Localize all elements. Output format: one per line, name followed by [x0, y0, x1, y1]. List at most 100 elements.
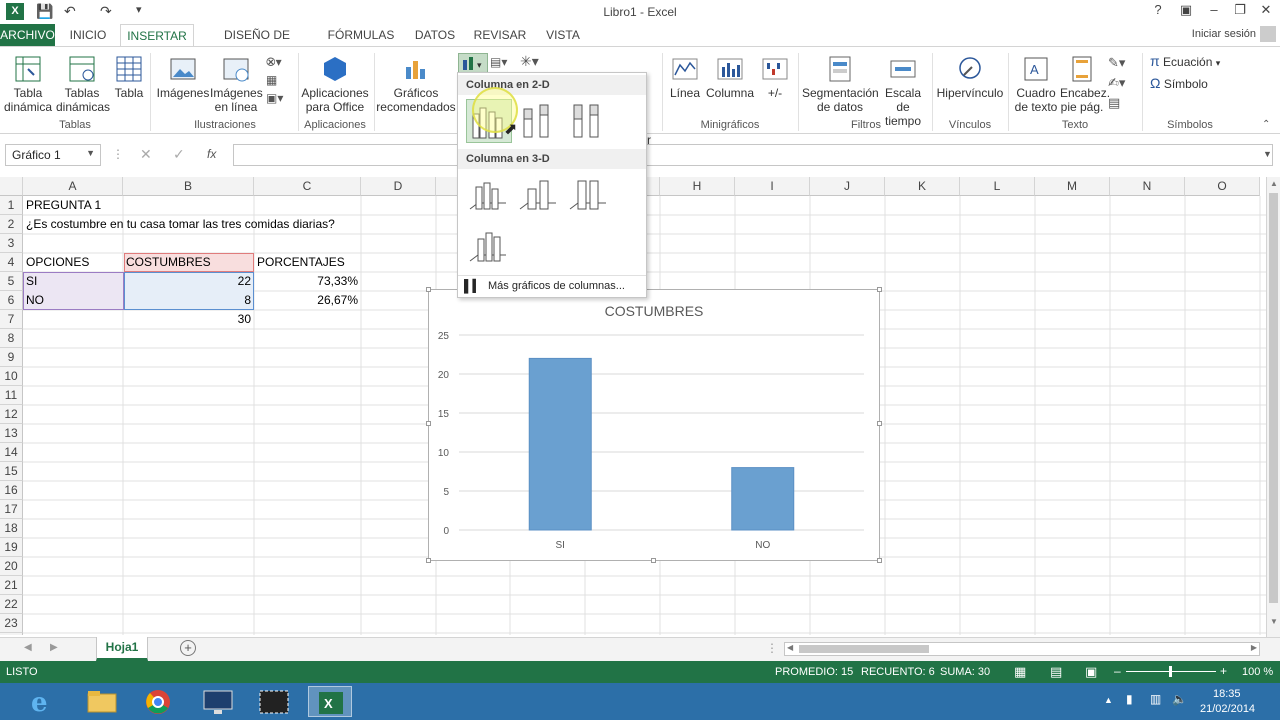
column-header[interactable]: N	[1110, 177, 1185, 196]
text-box-button[interactable]: A Cuadro de texto	[1012, 55, 1060, 114]
column-header[interactable]: M	[1035, 177, 1110, 196]
row-header[interactable]: 19	[0, 538, 23, 557]
expand-formula-icon[interactable]: ▼	[1263, 149, 1272, 159]
other-charts-icon[interactable]: ✳▾	[520, 53, 539, 70]
row-header[interactable]: 23	[0, 614, 23, 633]
tab-archivo[interactable]: ARCHIVO	[0, 24, 55, 46]
add-sheet-icon[interactable]: +	[180, 640, 196, 656]
resize-handle[interactable]	[877, 287, 882, 292]
row-header[interactable]: 21	[0, 576, 23, 595]
row-header[interactable]: 5	[0, 272, 23, 291]
resize-handle[interactable]	[426, 287, 431, 292]
row-header[interactable]: 6	[0, 291, 23, 310]
sheet-tab-hoja1[interactable]: Hoja1	[96, 637, 148, 661]
help-icon[interactable]: ?	[1146, 2, 1170, 17]
cell-b7[interactable]: 30	[124, 310, 253, 329]
clock-time[interactable]: 18:35	[1213, 688, 1241, 700]
tab-insertar[interactable]: INSERTAR	[120, 24, 194, 47]
cell-a1[interactable]: PREGUNTA 1	[24, 196, 103, 215]
row-header[interactable]: 16	[0, 481, 23, 500]
ribbon-options-icon[interactable]: ▣	[1174, 2, 1198, 18]
column-header[interactable]: A	[23, 177, 123, 196]
tab-inicio[interactable]: INICIO	[62, 24, 114, 46]
resize-handle[interactable]	[426, 558, 431, 563]
chart-title[interactable]: COSTUMBRES	[605, 303, 704, 319]
online-pictures-button[interactable]: Imágenes en línea	[210, 55, 263, 114]
column-header[interactable]: D	[361, 177, 436, 196]
avatar[interactable]	[1260, 26, 1276, 42]
row-header[interactable]: 4	[0, 253, 23, 272]
scrollbar-thumb[interactable]	[799, 645, 929, 653]
excel-taskbar-icon[interactable]: X	[308, 686, 352, 717]
cancel-icon[interactable]: ✕	[140, 146, 152, 163]
pivot-table-button[interactable]: Tabla dinámica	[4, 55, 52, 114]
row-header[interactable]: 2	[0, 215, 23, 234]
symbol-button[interactable]: Ω Símbolo	[1150, 75, 1208, 91]
row-header[interactable]: 11	[0, 386, 23, 405]
resize-handle[interactable]	[877, 421, 882, 426]
prev-sheet-icon[interactable]: ◀	[24, 642, 32, 653]
snipping-tool-icon[interactable]	[252, 686, 296, 717]
resize-handle[interactable]	[651, 558, 656, 563]
row-header[interactable]: 15	[0, 462, 23, 481]
column-header[interactable]: H	[660, 177, 735, 196]
insert-function-icon[interactable]: fx	[207, 147, 216, 161]
vertical-scrollbar[interactable]: ▲ ▼	[1266, 177, 1280, 637]
3d-100-stacked-column-option[interactable]	[566, 173, 612, 217]
name-box[interactable]: Gráfico 1 ▼	[5, 144, 101, 166]
cell-a4[interactable]: OPCIONES	[24, 253, 91, 272]
network-icon[interactable]: ▥	[1150, 692, 1161, 706]
100-stacked-column-option[interactable]	[566, 99, 612, 143]
zoom-out-icon[interactable]: –	[1114, 664, 1121, 678]
chrome-icon[interactable]	[136, 686, 180, 717]
scroll-right-icon[interactable]: ▶	[1251, 643, 1257, 652]
sign-in-link[interactable]: Iniciar sesión	[1192, 28, 1256, 40]
recommended-charts-button[interactable]: Gráficos recomendados	[376, 55, 456, 114]
3d-clustered-column-option[interactable]	[466, 173, 512, 217]
restore-icon[interactable]: ❐	[1228, 2, 1252, 18]
tab-revisar[interactable]: REVISAR	[472, 24, 528, 46]
3d-column-option[interactable]	[466, 225, 512, 269]
column-chart-dropdown-button[interactable]: ▾	[458, 53, 488, 73]
tab-datos[interactable]: DATOS	[408, 24, 462, 46]
row-header[interactable]: 20	[0, 557, 23, 576]
page-break-view-icon[interactable]: ▣	[1085, 664, 1097, 680]
scroll-down-icon[interactable]: ▼	[1270, 617, 1278, 626]
remote-desktop-icon[interactable]	[196, 686, 240, 717]
sparkline-column-button[interactable]: Columna	[704, 55, 756, 100]
close-icon[interactable]: ✕	[1254, 2, 1278, 18]
formula-input[interactable]	[233, 144, 1273, 166]
select-all-corner[interactable]	[0, 177, 23, 196]
collapse-ribbon-icon[interactable]: ⌃	[1262, 119, 1270, 130]
column-header[interactable]: C	[254, 177, 361, 196]
timeline-button[interactable]: Escala de tiempo	[878, 55, 928, 128]
tray-chevron-icon[interactable]: ▲	[1104, 695, 1113, 705]
cell-a5[interactable]: SI	[24, 272, 39, 291]
row-header[interactable]: 13	[0, 424, 23, 443]
column-header[interactable]: K	[885, 177, 960, 196]
column-header[interactable]: J	[810, 177, 885, 196]
cell-b6[interactable]: 8	[124, 291, 253, 310]
shapes-smartart-icons[interactable]: ⮿▾ ▦ ▣▾	[266, 53, 283, 107]
power-icon[interactable]: ▮	[1126, 692, 1133, 706]
scroll-left-icon[interactable]: ◀	[787, 643, 793, 652]
hyperlink-button[interactable]: Hipervínculo	[936, 55, 1004, 100]
page-layout-view-icon[interactable]: ▤	[1050, 664, 1062, 680]
cell-c5[interactable]: 73,33%	[255, 272, 360, 291]
cell-c4[interactable]: PORCENTAJES	[255, 253, 347, 272]
row-header[interactable]: 14	[0, 443, 23, 462]
column-header[interactable]: O	[1185, 177, 1260, 196]
cell-b4[interactable]: COSTUMBRES	[124, 253, 213, 272]
header-footer-button[interactable]: Encabez. pie pág.	[1060, 55, 1110, 114]
column-chart[interactable]: COSTUMBRES 0 5 10 15 20 25 SI NO	[426, 287, 882, 563]
enter-icon[interactable]: ✓	[173, 146, 185, 163]
chevron-down-icon[interactable]: ▼	[86, 148, 95, 158]
equation-button[interactable]: π Ecuación ▾	[1150, 53, 1220, 69]
volume-icon[interactable]: 🔈	[1172, 692, 1187, 706]
resize-handle[interactable]	[877, 558, 882, 563]
row-header[interactable]: 12	[0, 405, 23, 424]
row-header[interactable]: 22	[0, 595, 23, 614]
zoom-level[interactable]: 100 %	[1242, 666, 1273, 678]
3d-stacked-column-option[interactable]	[516, 173, 562, 217]
minimize-icon[interactable]: –	[1202, 2, 1226, 17]
